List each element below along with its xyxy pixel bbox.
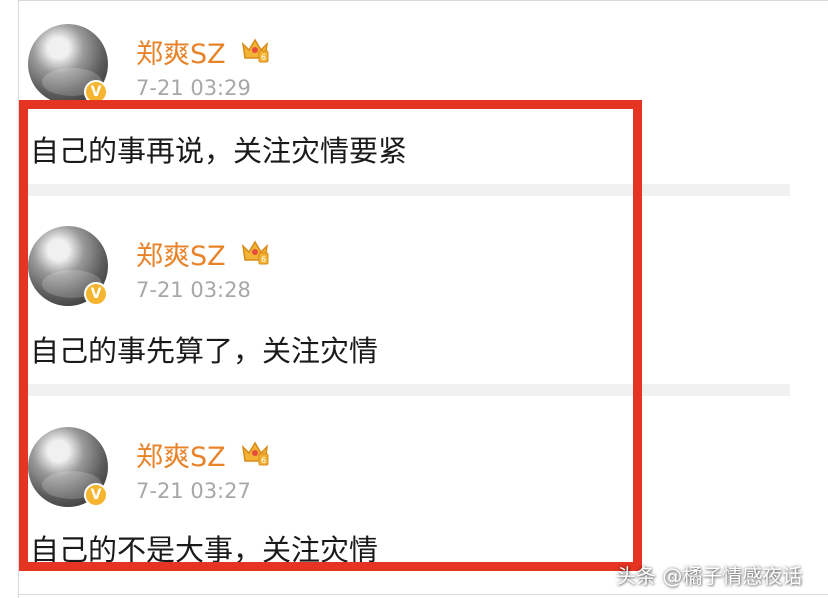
post-timestamp: 7-21 03:29 <box>136 76 251 100</box>
frame-top-border <box>18 0 828 1</box>
red-highlight-box <box>19 100 642 571</box>
crown-icon: 6 <box>241 38 269 63</box>
svg-text:6: 6 <box>261 53 266 62</box>
username[interactable]: 郑爽SZ <box>136 32 226 71</box>
watermark-text: 头条 @橘子情感夜话 <box>616 564 803 588</box>
frame-bottom-border <box>18 594 828 595</box>
